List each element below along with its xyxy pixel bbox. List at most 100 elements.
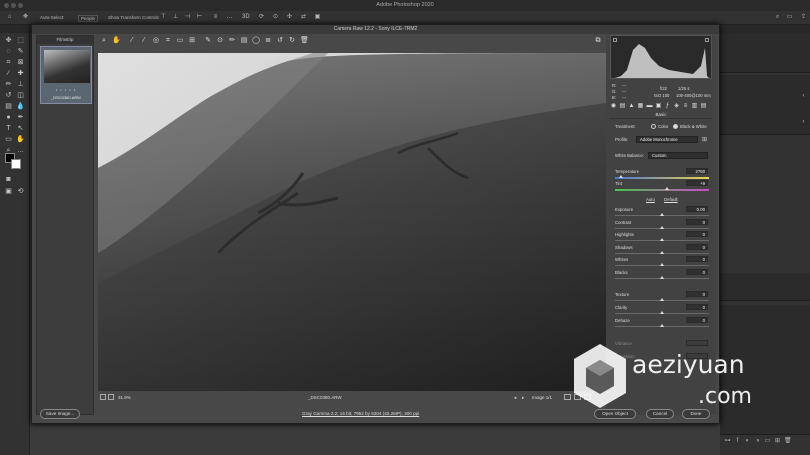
targeted-adjustment-icon[interactable]: ◎ xyxy=(152,37,160,45)
slider-value-field[interactable]: 0 xyxy=(686,244,708,250)
highlight-clipping-icon[interactable] xyxy=(705,38,709,42)
slider-knob[interactable] xyxy=(660,311,664,314)
slider-knob[interactable] xyxy=(660,213,664,216)
slider-track[interactable] xyxy=(615,251,709,254)
straighten-icon[interactable]: ▭ xyxy=(176,37,184,45)
slider-track[interactable] xyxy=(615,311,709,314)
auto-select-checkbox-label[interactable]: Auto-Select: xyxy=(40,15,65,20)
slider-knob[interactable] xyxy=(660,298,664,301)
align-icon[interactable]: ⊥ xyxy=(172,14,179,21)
save-image-button[interactable]: Save Image... xyxy=(40,409,80,419)
eyedropper-icon[interactable]: ⁄ xyxy=(4,69,13,78)
show-transform-checkbox[interactable]: Show Transform Controls xyxy=(108,15,159,20)
slider-value-field[interactable]: +9 xyxy=(686,180,708,186)
eraser-icon[interactable]: ◫ xyxy=(16,91,25,100)
tab-basic-icon[interactable]: ◉ xyxy=(610,103,617,110)
background-color-swatch[interactable] xyxy=(11,159,21,169)
slider-knob[interactable] xyxy=(660,251,664,254)
quick-mask-icon[interactable]: ◙ xyxy=(4,175,13,184)
view-mode-icon[interactable] xyxy=(564,394,571,400)
slider-knob[interactable] xyxy=(660,276,664,279)
fullscreen-icon[interactable]: ⧉ xyxy=(594,37,602,45)
zoom-in-icon[interactable] xyxy=(108,394,114,400)
home-icon[interactable]: ⌂ xyxy=(6,14,13,21)
quick-select-icon[interactable]: ✎ xyxy=(16,47,25,56)
tab-calibration-icon[interactable]: ◈ xyxy=(673,103,680,110)
auto-select-dropdown[interactable]: People xyxy=(78,15,99,22)
profile-dropdown[interactable]: Adobe Monochrome xyxy=(636,136,698,143)
new-layer-icon[interactable]: ⊞ xyxy=(774,438,781,445)
transform-icon[interactable]: ⊞ xyxy=(188,37,196,45)
zoom-out-icon[interactable] xyxy=(100,394,106,400)
zoom-level[interactable]: 31.9% xyxy=(118,393,131,402)
zoom-icon[interactable]: ⌕ xyxy=(100,37,108,45)
share-icon[interactable]: ⇪ xyxy=(800,14,807,21)
drag-3d-icon[interactable]: ✣ xyxy=(286,14,293,21)
color-sampler-icon[interactable]: ⁄ xyxy=(140,37,148,45)
history-brush-icon[interactable]: ↺ xyxy=(4,91,13,100)
spot-removal-icon[interactable]: ✎ xyxy=(204,37,212,45)
workflow-options-link[interactable]: Gray Gamma 2.2; 16 bit; 7952 by 5304 (42… xyxy=(302,411,419,416)
fx-icon[interactable]: f xyxy=(734,438,741,445)
rotate-ccw-icon[interactable]: ↺ xyxy=(276,37,284,45)
shape-tool-icon[interactable]: ▭ xyxy=(4,135,13,144)
move-tool-icon[interactable]: ✥ xyxy=(4,36,13,45)
slider-track[interactable] xyxy=(615,324,709,327)
slider-value-field[interactable]: 0 xyxy=(686,304,708,310)
move-tool-icon[interactable]: ✥ xyxy=(22,14,29,21)
align-icon[interactable]: ⊣ xyxy=(184,14,191,21)
gradient-icon[interactable]: ▤ xyxy=(4,102,13,111)
tab-hsl-icon[interactable]: ▦ xyxy=(637,103,644,110)
adjustment-icon[interactable]: ◑ xyxy=(754,438,761,445)
slider-value-field[interactable]: 0.00 xyxy=(686,206,708,212)
rotate-cw-icon[interactable]: ↻ xyxy=(288,37,296,45)
slide-3d-icon[interactable]: ⇄ xyxy=(300,14,307,21)
adjustment-brush-icon[interactable]: ✏ xyxy=(228,37,236,45)
more-options-icon[interactable]: … xyxy=(226,14,233,21)
roll-icon[interactable]: ⊙ xyxy=(272,14,279,21)
trash-icon[interactable]: 🗑 xyxy=(784,438,792,445)
preferences-icon[interactable]: ≣ xyxy=(264,37,272,45)
radial-filter-icon[interactable]: ◯ xyxy=(252,37,260,45)
tab-detail-icon[interactable]: ▲ xyxy=(628,103,635,110)
slider-knob[interactable] xyxy=(660,238,664,241)
white-balance-dropdown[interactable]: Custom xyxy=(648,152,708,159)
mask-icon[interactable]: ◐ xyxy=(744,438,751,445)
collapse-icon[interactable]: ‹ xyxy=(800,119,807,126)
frame-tool-icon[interactable]: ⊠ xyxy=(16,58,25,67)
crop-tool-icon[interactable]: ⌗ xyxy=(4,58,13,67)
more-tools-icon[interactable]: … xyxy=(16,146,25,155)
tab-tone-curve-icon[interactable]: ▤ xyxy=(619,103,626,110)
tab-snapshots-icon[interactable]: ▥ xyxy=(691,103,698,110)
screen-mode-icon[interactable]: ▣ xyxy=(4,187,13,196)
filmstrip-thumbnail[interactable]: • • • • • _DSC0380.ARW xyxy=(40,46,92,104)
next-image-icon[interactable]: ▸ xyxy=(522,393,524,402)
slider-value-field[interactable]: 0 xyxy=(686,317,708,323)
slider-track[interactable] xyxy=(615,187,709,191)
graduated-filter-icon[interactable]: ▤ xyxy=(240,37,248,45)
slider-knob[interactable] xyxy=(660,226,664,229)
marquee-tool-icon[interactable]: ⬚ xyxy=(16,36,25,45)
lasso-tool-icon[interactable]: ◌ xyxy=(4,47,13,56)
white-balance-icon[interactable]: ⁄ xyxy=(128,37,136,45)
dodge-icon[interactable]: ● xyxy=(4,113,13,122)
distribute-icon[interactable]: ≡ xyxy=(212,14,219,21)
slider-track[interactable] xyxy=(615,276,709,279)
workspace-icon[interactable]: ▭ xyxy=(786,14,793,21)
edit-toolbar-icon[interactable]: ⟲ xyxy=(16,187,25,196)
slider-knob[interactable] xyxy=(660,263,664,266)
link-layers-icon[interactable]: ⊶ xyxy=(724,438,731,445)
tab-presets-icon[interactable]: ≡ xyxy=(682,103,689,110)
default-button[interactable]: Default xyxy=(664,197,678,202)
align-icon[interactable]: ⊤ xyxy=(160,14,167,21)
image-preview[interactable] xyxy=(98,53,606,391)
slider-value-field[interactable]: 0 xyxy=(686,269,708,275)
zoom-window-button[interactable] xyxy=(18,3,23,8)
treatment-bw-radio[interactable] xyxy=(673,124,678,129)
trash-icon[interactable]: 🗑 xyxy=(300,37,309,45)
type-tool-icon[interactable]: T xyxy=(4,124,13,133)
tab-menu-icon[interactable]: ▤ xyxy=(700,103,707,110)
red-eye-icon[interactable]: ⊙ xyxy=(216,37,224,45)
auto-button[interactable]: Auto xyxy=(646,197,655,202)
slider-value-field[interactable]: 0 xyxy=(686,231,708,237)
